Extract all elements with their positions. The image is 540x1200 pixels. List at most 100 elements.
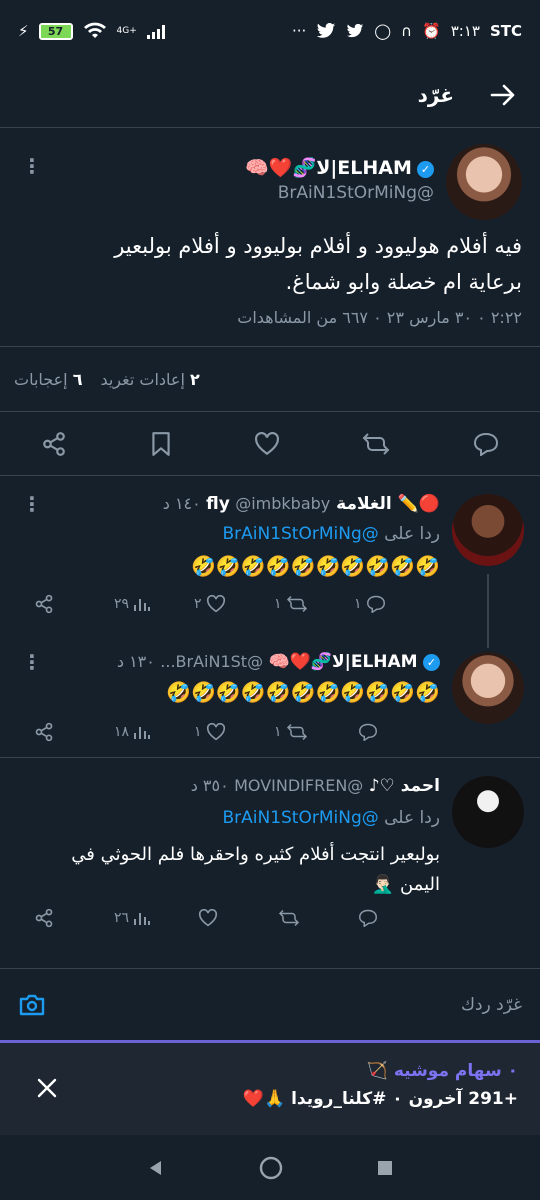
avatar[interactable] bbox=[452, 652, 524, 724]
add-photo-button[interactable] bbox=[18, 993, 46, 1017]
retweet-button[interactable]: ١ bbox=[274, 595, 354, 613]
verified-badge-icon: ✓ bbox=[417, 161, 434, 178]
more-options-icon[interactable]: ⋮ bbox=[22, 650, 42, 674]
reply-button[interactable] bbox=[473, 432, 499, 456]
square-recents-icon bbox=[378, 1160, 392, 1175]
reply-button[interactable] bbox=[354, 723, 434, 741]
reply-header: ✓ ELHAM|لا🧬❤️🧠 @BrAiN1St... ١٣٠ د bbox=[20, 652, 440, 672]
share-button[interactable] bbox=[41, 431, 67, 457]
spaces-info: ٠ سهام موشيه 🏹 +291 آخرون ٠ #كلنا_رويدا … bbox=[98, 1061, 518, 1109]
page-title: غرّد bbox=[417, 82, 454, 107]
more-options-icon[interactable]: ⋮ bbox=[22, 492, 42, 516]
likes-label: إعجابات bbox=[14, 369, 68, 389]
reply-tweet-3[interactable]: احمد ♡♪ @MOVINDIFREN ٣٥٠ د ردا على @BrAi… bbox=[0, 760, 540, 948]
share-icon bbox=[35, 908, 53, 928]
spaces-host-line: ٠ سهام موشيه 🏹 bbox=[98, 1061, 518, 1081]
replying-to-mention[interactable]: @BrAiN1StOrMiNg bbox=[222, 524, 378, 544]
arrow-right-icon bbox=[490, 84, 515, 105]
share-icon bbox=[35, 722, 53, 742]
replying-to-label: ردا على bbox=[384, 524, 440, 544]
heart-icon bbox=[255, 432, 279, 456]
heart-icon bbox=[206, 595, 225, 613]
retweets-stat[interactable]: ٢ إعادات تغريد bbox=[100, 370, 199, 389]
engagement-stats: ٢ إعادات تغريد ٦ إعجابات bbox=[0, 346, 540, 412]
replying-to: ردا على @BrAiN1StOrMiNg bbox=[20, 524, 440, 544]
reply-count: ١ bbox=[354, 596, 362, 612]
back-nav-button[interactable] bbox=[146, 1158, 166, 1178]
author-handle[interactable]: @BrAiN1StOrMiNg bbox=[114, 183, 434, 203]
reply-tweet-1[interactable]: 🔴✏️ الغلامة fly @imbkbaby ١٤٠ د ⋮ ردا عل… bbox=[0, 478, 540, 648]
avatar[interactable] bbox=[452, 776, 524, 848]
reply-author-name[interactable]: ELHAM|لا🧬❤️🧠 bbox=[268, 652, 417, 672]
heart-icon bbox=[198, 909, 218, 927]
bookmark-button[interactable] bbox=[150, 431, 172, 457]
main-tweet: ✓ ELHAM|لا🧬❤️🧠 @BrAiN1StOrMiNg ⋮ فيه أفل… bbox=[0, 128, 540, 476]
avatar[interactable] bbox=[446, 144, 522, 220]
reply-input[interactable]: غرّد ردك bbox=[461, 995, 522, 1015]
network-type: 4G+ bbox=[116, 26, 137, 36]
home-nav-button[interactable] bbox=[258, 1155, 284, 1181]
reply-author-name[interactable]: احمد ♡♪ bbox=[369, 776, 440, 796]
like-count: ١ bbox=[194, 724, 202, 740]
share-button[interactable] bbox=[34, 908, 114, 928]
reply-button[interactable] bbox=[354, 909, 434, 927]
retweet-icon bbox=[362, 433, 390, 455]
close-icon bbox=[37, 1078, 57, 1098]
like-button[interactable]: ١ bbox=[194, 723, 274, 741]
reply-time: ١٤٠ د bbox=[162, 494, 201, 513]
views-button[interactable]: ٢٦ bbox=[114, 909, 194, 927]
reply-header: احمد ♡♪ @MOVINDIFREN ٣٥٠ د bbox=[20, 776, 440, 796]
twitter-bird-icon-2 bbox=[347, 23, 364, 37]
more-options-icon[interactable]: ⋮ bbox=[22, 154, 42, 178]
top-header: غرّد bbox=[0, 62, 540, 128]
retweet-button[interactable]: ١ bbox=[274, 723, 354, 741]
avatar[interactable] bbox=[452, 494, 524, 566]
carrier-name: STC bbox=[489, 22, 522, 40]
reply-tweet-2[interactable]: ✓ ELHAM|لا🧬❤️🧠 @BrAiN1St... ١٣٠ د ⋮ 🤣🤣🤣🤣… bbox=[0, 646, 540, 758]
share-icon bbox=[35, 594, 53, 614]
reply-text-line-1: بولبعير انتجت أفلام كثيره واحقرها فلم ال… bbox=[71, 844, 440, 865]
likes-stat[interactable]: ٦ إعجابات bbox=[14, 370, 82, 389]
views-count: ١٨ bbox=[114, 724, 130, 740]
reply-author-handle[interactable]: @BrAiN1St... bbox=[160, 652, 263, 671]
reply-author-handle[interactable]: @MOVINDIFREN bbox=[234, 776, 363, 795]
spaces-live-icon: ٠ bbox=[507, 1061, 518, 1081]
like-button[interactable]: ٢ bbox=[194, 595, 274, 613]
reply-actions: ٢٦ bbox=[34, 908, 434, 928]
comment-icon bbox=[366, 595, 385, 613]
reply-text: 🤣🤣🤣🤣🤣🤣🤣🤣🤣🤣 bbox=[190, 554, 440, 578]
reply-button[interactable]: ١ bbox=[354, 595, 434, 613]
spaces-host: سهام موشيه 🏹 bbox=[366, 1061, 502, 1081]
clock-time: ٣:١٣ bbox=[450, 22, 480, 40]
reply-text: بولبعير انتجت أفلام كثيره واحقرها فلم ال… bbox=[20, 840, 440, 900]
headset-icon: ∩ bbox=[401, 22, 413, 40]
retweet-button[interactable] bbox=[362, 432, 390, 456]
circle-home-icon bbox=[259, 1156, 283, 1179]
system-nav-bar bbox=[0, 1135, 540, 1200]
like-button[interactable] bbox=[194, 909, 274, 927]
more-notifications-icon: ··· bbox=[291, 22, 307, 40]
tweet-text-line-2: برعاية ام خصلة وابو شماغ. bbox=[285, 270, 522, 294]
bookmark-icon bbox=[151, 432, 170, 456]
replying-to-mention[interactable]: @BrAiN1StOrMiNg bbox=[222, 808, 378, 828]
views-button[interactable]: ٢٩ bbox=[114, 595, 194, 613]
reply-author-handle[interactable]: @imbkbaby bbox=[235, 494, 330, 513]
spaces-bar[interactable]: ٠ سهام موشيه 🏹 +291 آخرون ٠ #كلنا_رويدا … bbox=[0, 1043, 540, 1135]
views-icon bbox=[134, 599, 151, 611]
spaces-listeners: +291 آخرون ٠ #كلنا_رويدا 🙏❤️ bbox=[242, 1089, 518, 1109]
charging-icon: ⚡ bbox=[18, 22, 29, 40]
views-button[interactable]: ١٨ bbox=[114, 723, 194, 741]
close-button[interactable] bbox=[36, 1077, 58, 1099]
recents-nav-button[interactable] bbox=[376, 1159, 394, 1177]
share-button[interactable] bbox=[34, 722, 114, 742]
tweet-meta[interactable]: ٢:٢٢ ٠ ٣٠ مارس ٢٣ ٠ ٦٦٧ من المشاهدات bbox=[18, 308, 522, 327]
verified-badge-icon: ✓ bbox=[423, 653, 440, 671]
back-button[interactable] bbox=[490, 84, 516, 106]
reply-header: 🔴✏️ الغلامة fly @imbkbaby ١٤٠ د bbox=[20, 494, 440, 514]
reply-actions: ١٨ ١ ١ bbox=[34, 722, 434, 742]
share-button[interactable] bbox=[34, 594, 114, 614]
retweet-button[interactable] bbox=[274, 909, 354, 927]
author-name[interactable]: ELHAM|لا🧬❤️🧠 bbox=[245, 157, 412, 179]
likes-count: ٦ bbox=[72, 369, 83, 389]
like-button[interactable] bbox=[254, 432, 280, 456]
